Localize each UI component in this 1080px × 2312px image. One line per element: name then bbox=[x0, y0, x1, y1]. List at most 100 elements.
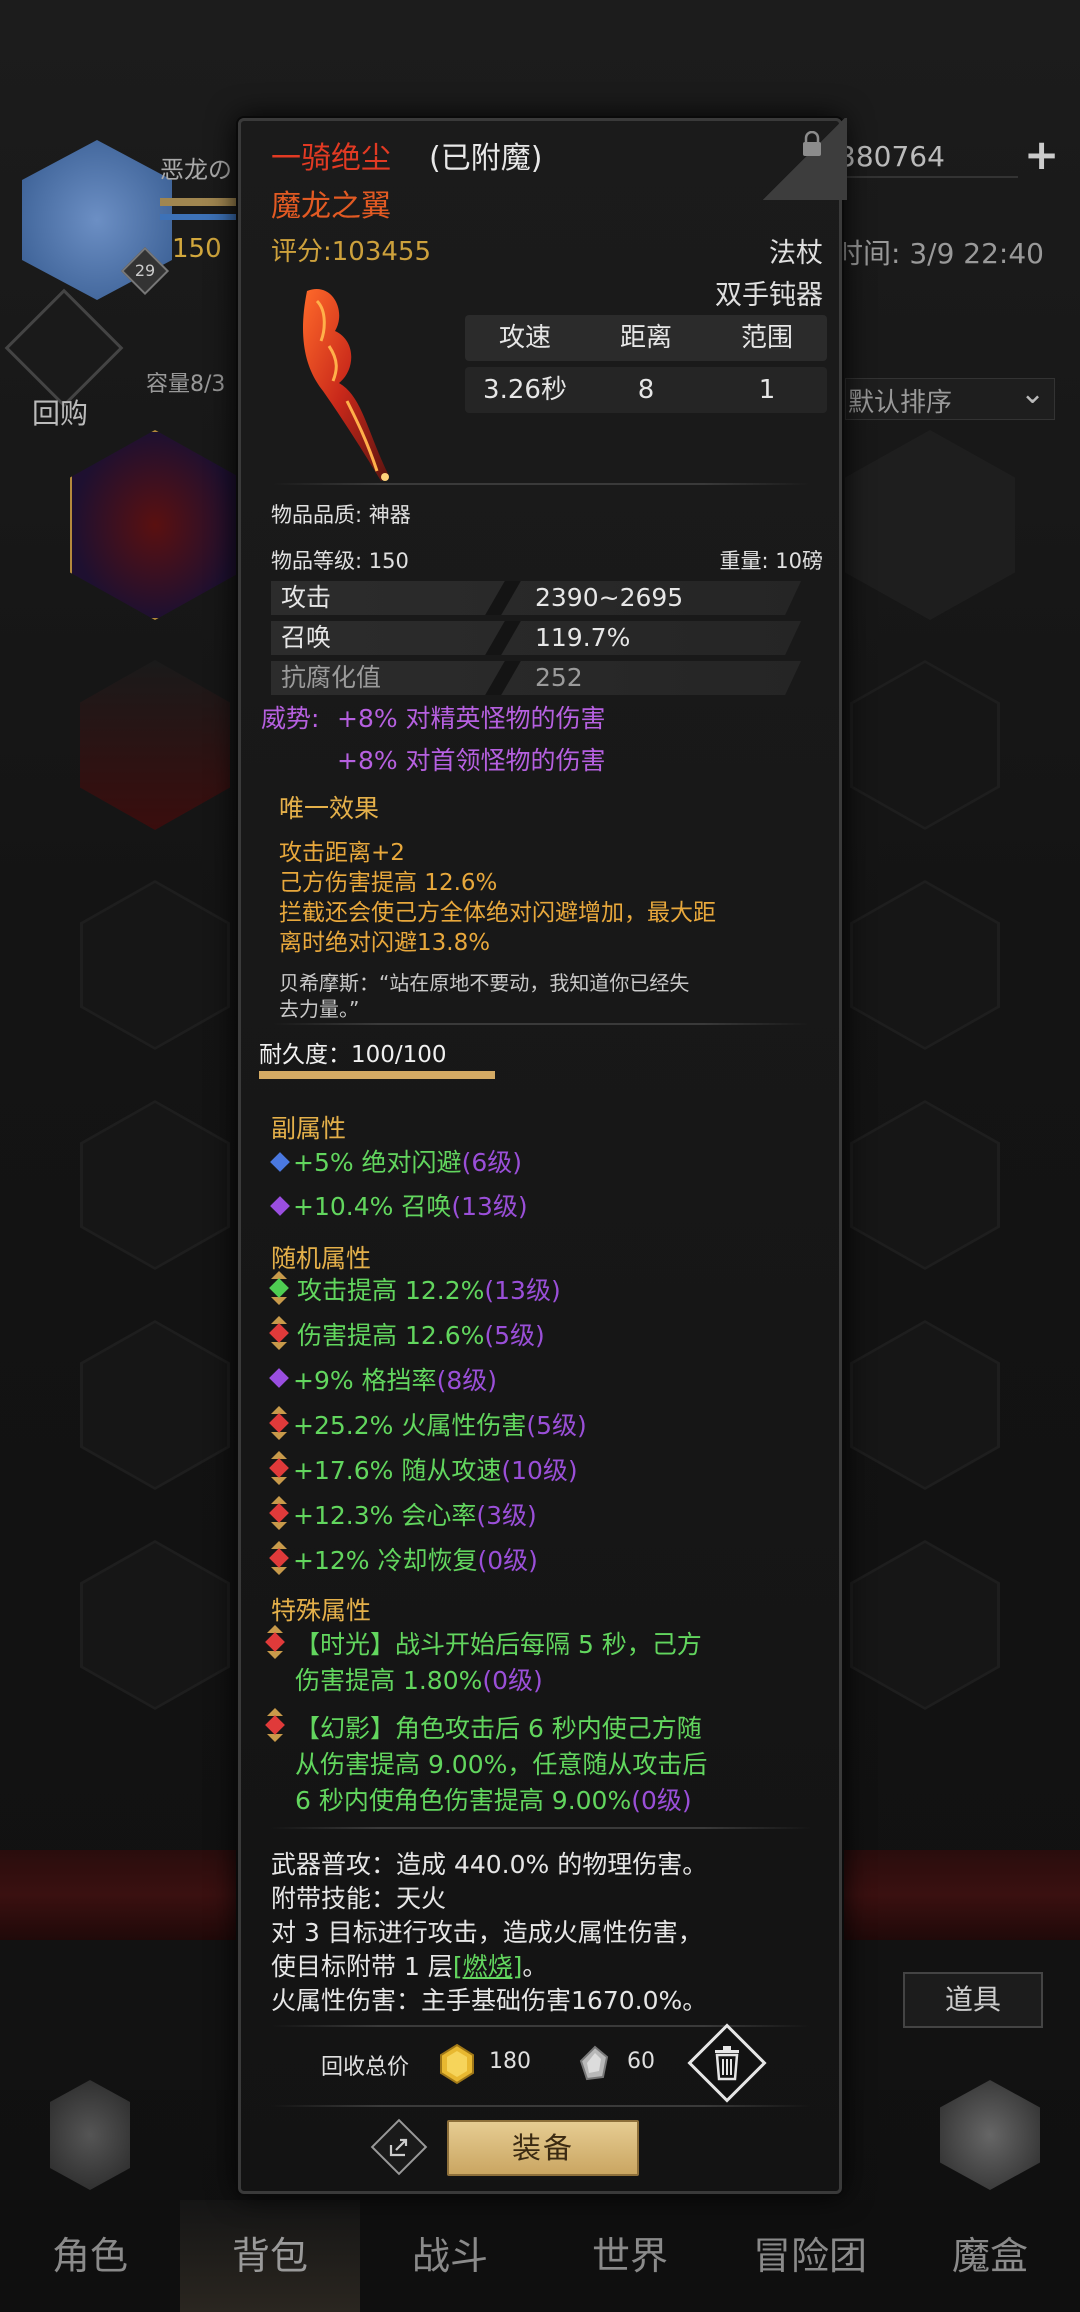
divider bbox=[271, 1023, 811, 1025]
secondary-attr: +10.4% 召唤(13级) bbox=[293, 1187, 528, 1223]
add-currency-button[interactable]: + bbox=[1024, 130, 1059, 179]
empty-slot[interactable] bbox=[850, 880, 1000, 1050]
attribute-value: 252 bbox=[535, 663, 583, 692]
special-attr-line: 【幻影】角色攻击后 6 秒内使己方随 bbox=[295, 1714, 702, 1743]
special-attr-line: 6 秒内使角色伤害提高 9.00%(0级) bbox=[295, 1781, 692, 1817]
attribute-summon: 召唤 119.7% bbox=[271, 621, 801, 655]
items-button[interactable]: 道具 bbox=[903, 1972, 1043, 2028]
momentum-line: +8% 对首领怪物的伤害 bbox=[337, 746, 606, 775]
tab-character[interactable]: 角色 bbox=[0, 2200, 180, 2312]
random-attr: 伤害提高 12.6%(5级) bbox=[297, 1316, 545, 1352]
attribute-key: 召唤 bbox=[281, 623, 332, 652]
momentum-label: 威势: bbox=[261, 704, 320, 733]
attribute-corruption-resist: 抗腐化值 252 bbox=[271, 661, 801, 695]
special-attr-line: 伤害提高 1.80%(0级) bbox=[295, 1661, 543, 1697]
skill-text: 。 bbox=[522, 1952, 548, 1981]
empty-slot[interactable] bbox=[80, 1100, 230, 1270]
player-name: 恶龙の bbox=[160, 156, 232, 184]
weapon-staff-icon bbox=[302, 289, 389, 481]
material-shard-icon bbox=[579, 2045, 609, 2081]
attr-text: +10.4% 召唤 bbox=[293, 1192, 452, 1221]
tab-backpack[interactable]: 背包 bbox=[180, 2200, 360, 2312]
skill-text: 使目标附带 1 层 bbox=[271, 1952, 453, 1981]
flavor-quote: 去力量。” bbox=[279, 997, 360, 1021]
attribute-value: 119.7% bbox=[535, 623, 631, 652]
equip-button[interactable]: 装备 bbox=[447, 2120, 639, 2176]
durability-label: 耐久度：100/100 bbox=[259, 1042, 447, 1068]
empty-slot[interactable] bbox=[850, 1100, 1000, 1270]
trash-icon[interactable] bbox=[711, 2045, 743, 2081]
stat-header-speed: 攻速 bbox=[498, 323, 551, 353]
attr-level: (8级) bbox=[436, 1366, 497, 1395]
divider bbox=[271, 2105, 811, 2107]
tab-adventure-team[interactable]: 冒险团 bbox=[720, 2200, 900, 2312]
chevron-down-icon[interactable]: ⌄ bbox=[1020, 376, 1045, 411]
share-icon[interactable] bbox=[385, 2133, 413, 2161]
stat-value-range: 8 bbox=[637, 375, 655, 405]
capacity-label: 容量8/3 bbox=[146, 372, 226, 397]
lock-icon[interactable] bbox=[801, 131, 823, 157]
stat-header-range: 距离 bbox=[619, 323, 672, 353]
unique-effect-line: 离时绝对闪避13.8% bbox=[279, 930, 491, 956]
attr-text: +25.2% 火属性伤害 bbox=[293, 1411, 527, 1440]
unique-effect-line: 拦截还会使己方全体绝对闪避增加，最大距 bbox=[279, 900, 716, 926]
currency-value: 380764 bbox=[838, 140, 945, 173]
time-label: 时间: 3/9 22:40 bbox=[835, 237, 1044, 270]
attr-level: (5级) bbox=[484, 1321, 545, 1350]
attr-level: (10级) bbox=[501, 1456, 578, 1485]
fire-damage-desc: 火属性伤害：主手基础伤害1670.0%。 bbox=[271, 1986, 708, 2015]
item-weight: 重量: 10磅 bbox=[719, 549, 823, 573]
item-subtype: 双手钝器 bbox=[715, 280, 823, 311]
empty-slot[interactable] bbox=[80, 1320, 230, 1490]
secondary-attr-title: 副属性 bbox=[271, 1114, 347, 1143]
attr-text: +5% 绝对闪避 bbox=[293, 1148, 462, 1177]
burn-link[interactable]: [燃烧] bbox=[453, 1952, 523, 1981]
tab-world[interactable]: 世界 bbox=[540, 2200, 720, 2312]
weapon-attack-desc: 武器普攻：造成 440.0% 的物理伤害。 bbox=[271, 1850, 708, 1879]
unique-effect-title: 唯一效果 bbox=[279, 794, 380, 823]
divider bbox=[271, 483, 811, 485]
attr-level: (5级) bbox=[526, 1411, 587, 1440]
player-energy-bar bbox=[160, 214, 240, 220]
purple-gem-icon bbox=[269, 1368, 289, 1388]
blue-gem-icon bbox=[270, 1152, 290, 1172]
sort-label[interactable]: 默认排序 bbox=[848, 382, 952, 419]
item-quality: 物品品质: 神器 bbox=[271, 503, 411, 527]
special-attr-title: 特殊属性 bbox=[271, 1596, 372, 1625]
item-level: 物品等级: 150 bbox=[271, 549, 409, 573]
player-number: 150 bbox=[172, 234, 222, 264]
attribute-attack: 攻击 2390~2695 bbox=[271, 581, 801, 615]
attr-level: (13级) bbox=[451, 1192, 528, 1221]
special-attr-line: 从伤害提高 9.00%，任意随从攻击后 bbox=[295, 1750, 708, 1779]
attr-text: 伤害提高 1.80% bbox=[295, 1666, 483, 1695]
flavor-quote: 贝希摩斯：“站在原地不要动，我知道你已经失 bbox=[279, 971, 690, 995]
gold-crystal-icon bbox=[440, 2043, 474, 2085]
durability-bar-fill bbox=[259, 1071, 495, 1079]
empty-slot[interactable] bbox=[80, 880, 230, 1050]
recycle-gold-value: 180 bbox=[489, 2049, 531, 2074]
attr-level: (6级) bbox=[461, 1148, 522, 1177]
tab-magic-box[interactable]: 魔盒 bbox=[900, 2200, 1080, 2312]
recycle-material-value: 60 bbox=[627, 2049, 655, 2074]
item-subtitle: 魔龙之翼 bbox=[271, 189, 391, 224]
momentum-line: +8% 对精英怪物的伤害 bbox=[337, 704, 606, 733]
item-tooltip: 一骑绝尘 (已附魔) 魔龙之翼 评分:103455 法杖 双手钝器 攻速 距离 … bbox=[238, 118, 847, 2194]
buyback-label[interactable]: 回购 bbox=[32, 392, 88, 432]
attr-text: 攻击提高 12.2% bbox=[297, 1276, 485, 1305]
divider bbox=[271, 1827, 811, 1829]
empty-slot[interactable] bbox=[850, 660, 1000, 830]
empty-slot[interactable] bbox=[850, 1320, 1000, 1490]
skill-desc-line: 使目标附带 1 层[燃烧]。 bbox=[271, 1947, 547, 1983]
random-attr: +25.2% 火属性伤害(5级) bbox=[293, 1406, 587, 1442]
empty-slot[interactable] bbox=[80, 1540, 230, 1710]
attribute-key: 抗腐化值 bbox=[281, 663, 382, 692]
attr-level: (0级) bbox=[631, 1786, 692, 1815]
tab-battle[interactable]: 战斗 bbox=[360, 2200, 540, 2312]
empty-slot[interactable] bbox=[850, 1540, 1000, 1710]
random-attr: +12% 冷却恢复(0级) bbox=[293, 1541, 538, 1577]
item-name: 一骑绝尘 bbox=[271, 141, 391, 176]
recycle-label: 回收总价 bbox=[321, 2055, 410, 2080]
random-attr: +17.6% 随从攻速(10级) bbox=[293, 1451, 578, 1487]
attribute-value: 2390~2695 bbox=[535, 583, 684, 612]
skill-desc-line: 对 3 目标进行攻击，造成火属性伤害， bbox=[271, 1918, 703, 1947]
